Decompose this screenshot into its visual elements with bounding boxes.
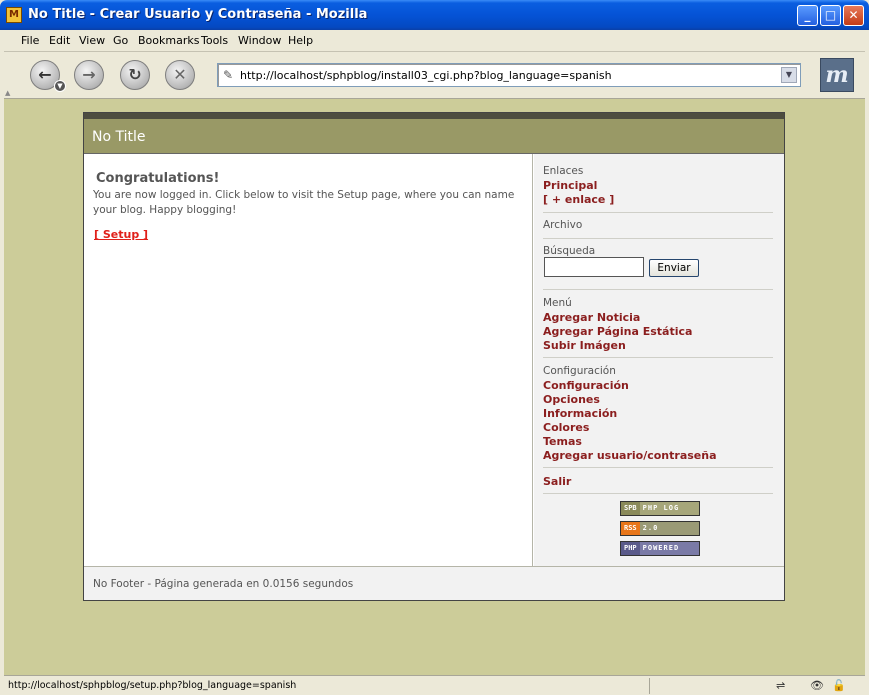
blog-page: No Title Congratulations! You are now lo… [83,112,785,601]
rss-badge[interactable]: RSS 2.0 [620,521,700,536]
reload-button[interactable]: ↻ [120,60,150,90]
divider [543,357,773,358]
enlaces-title: Enlaces [543,165,584,177]
php-badge[interactable]: PHP POWERED [620,541,700,556]
online-status-icon[interactable]: ⇌ [776,679,785,692]
content-viewport: No Title Congratulations! You are now lo… [4,99,865,675]
menu-bar: File Edit View Go Bookmarks Tools Window… [4,30,865,52]
status-divider [649,678,650,694]
toolbar-grip[interactable]: ▲ [4,53,12,99]
menu-title: Menú [543,297,572,309]
menu-file[interactable]: File [21,34,39,47]
page-icon: ✎ [223,68,234,82]
blog-header: No Title [84,119,784,154]
url-input[interactable] [240,67,770,83]
status-text: http://localhost/sphpblog/setup.php?blog… [8,680,297,691]
divider [543,467,773,468]
menu-view[interactable]: View [79,34,105,47]
temas-link[interactable]: Temas [543,435,582,448]
blog-footer: No Footer - Página generada en 0.0156 se… [84,566,784,600]
url-dropdown-icon[interactable]: ▼ [781,67,797,83]
menu-bookmarks[interactable]: Bookmarks [138,34,199,47]
informacion-link[interactable]: Información [543,407,617,420]
setup-link[interactable]: [ Setup ] [94,228,148,241]
principal-link[interactable]: Principal [543,179,597,192]
badge-right: POWERED [639,542,699,555]
window-title: No Title - Crear Usuario y Contraseña - … [28,7,368,22]
security-icon[interactable]: 👁 [810,679,824,692]
status-bar: http://localhost/sphpblog/setup.php?blog… [4,675,865,695]
salir-link[interactable]: Salir [543,475,571,488]
badge-right: 2.0 [639,522,699,535]
spb-badge[interactable]: SPB PHP LOG [620,501,700,516]
menu-edit[interactable]: Edit [49,34,70,47]
back-history-dropdown-icon[interactable]: ▼ [54,80,66,92]
menu-help[interactable]: Help [288,34,313,47]
colores-link[interactable]: Colores [543,421,589,434]
minimize-button[interactable]: _ [797,5,818,26]
configuracion-link[interactable]: Configuración [543,379,629,392]
congrats-heading: Congratulations! [96,171,220,186]
footer-text: No Footer - Página generada en 0.0156 se… [93,578,354,590]
login-message: You are now logged in. Click below to vi… [93,189,515,216]
close-button[interactable]: ✕ [843,5,864,26]
agregar-pagina-estatica-link[interactable]: Agregar Página Estática [543,325,692,338]
archivo-title: Archivo [543,219,583,231]
agregar-usuario-link[interactable]: Agregar usuario/contraseña [543,449,717,462]
blog-title: No Title [92,129,146,145]
main-content: Congratulations! You are now logged in. … [84,154,533,566]
configuracion-title: Configuración [543,365,616,377]
search-input[interactable] [544,257,644,277]
menu-go[interactable]: Go [113,34,128,47]
badge-left: PHP [621,542,640,555]
maximize-button[interactable]: □ [820,5,841,26]
stop-button[interactable]: ✕ [165,60,195,90]
forward-button[interactable]: → [74,60,104,90]
menu-tools[interactable]: Tools [201,34,228,47]
badge-right: PHP LOG [639,502,699,515]
mozilla-logo-icon[interactable]: m [820,58,854,92]
title-bar: M No Title - Crear Usuario y Contraseña … [0,0,869,30]
busqueda-title: Búsqueda [543,245,596,257]
divider [543,238,773,239]
divider [543,493,773,494]
add-link-link[interactable]: [ + enlace ] [543,193,614,206]
url-bar[interactable]: ✎ ▼ [217,63,801,87]
navigation-toolbar: ▲ ← ▼ → ↻ ✕ ✎ ▼ m [4,53,865,99]
menu-window[interactable]: Window [238,34,281,47]
divider [543,289,773,290]
enviar-button[interactable]: Enviar [649,259,699,277]
sidebar: Enlaces Principal [ + enlace ] Archivo B… [534,154,784,566]
opciones-link[interactable]: Opciones [543,393,600,406]
divider [543,212,773,213]
mozilla-icon: M [6,7,22,23]
badge-left: RSS [621,522,640,535]
subir-imagen-link[interactable]: Subir Imágen [543,339,626,352]
lock-icon[interactable]: 🔓 [832,679,846,692]
agregar-noticia-link[interactable]: Agregar Noticia [543,311,640,324]
badge-left: SPB [621,502,640,515]
